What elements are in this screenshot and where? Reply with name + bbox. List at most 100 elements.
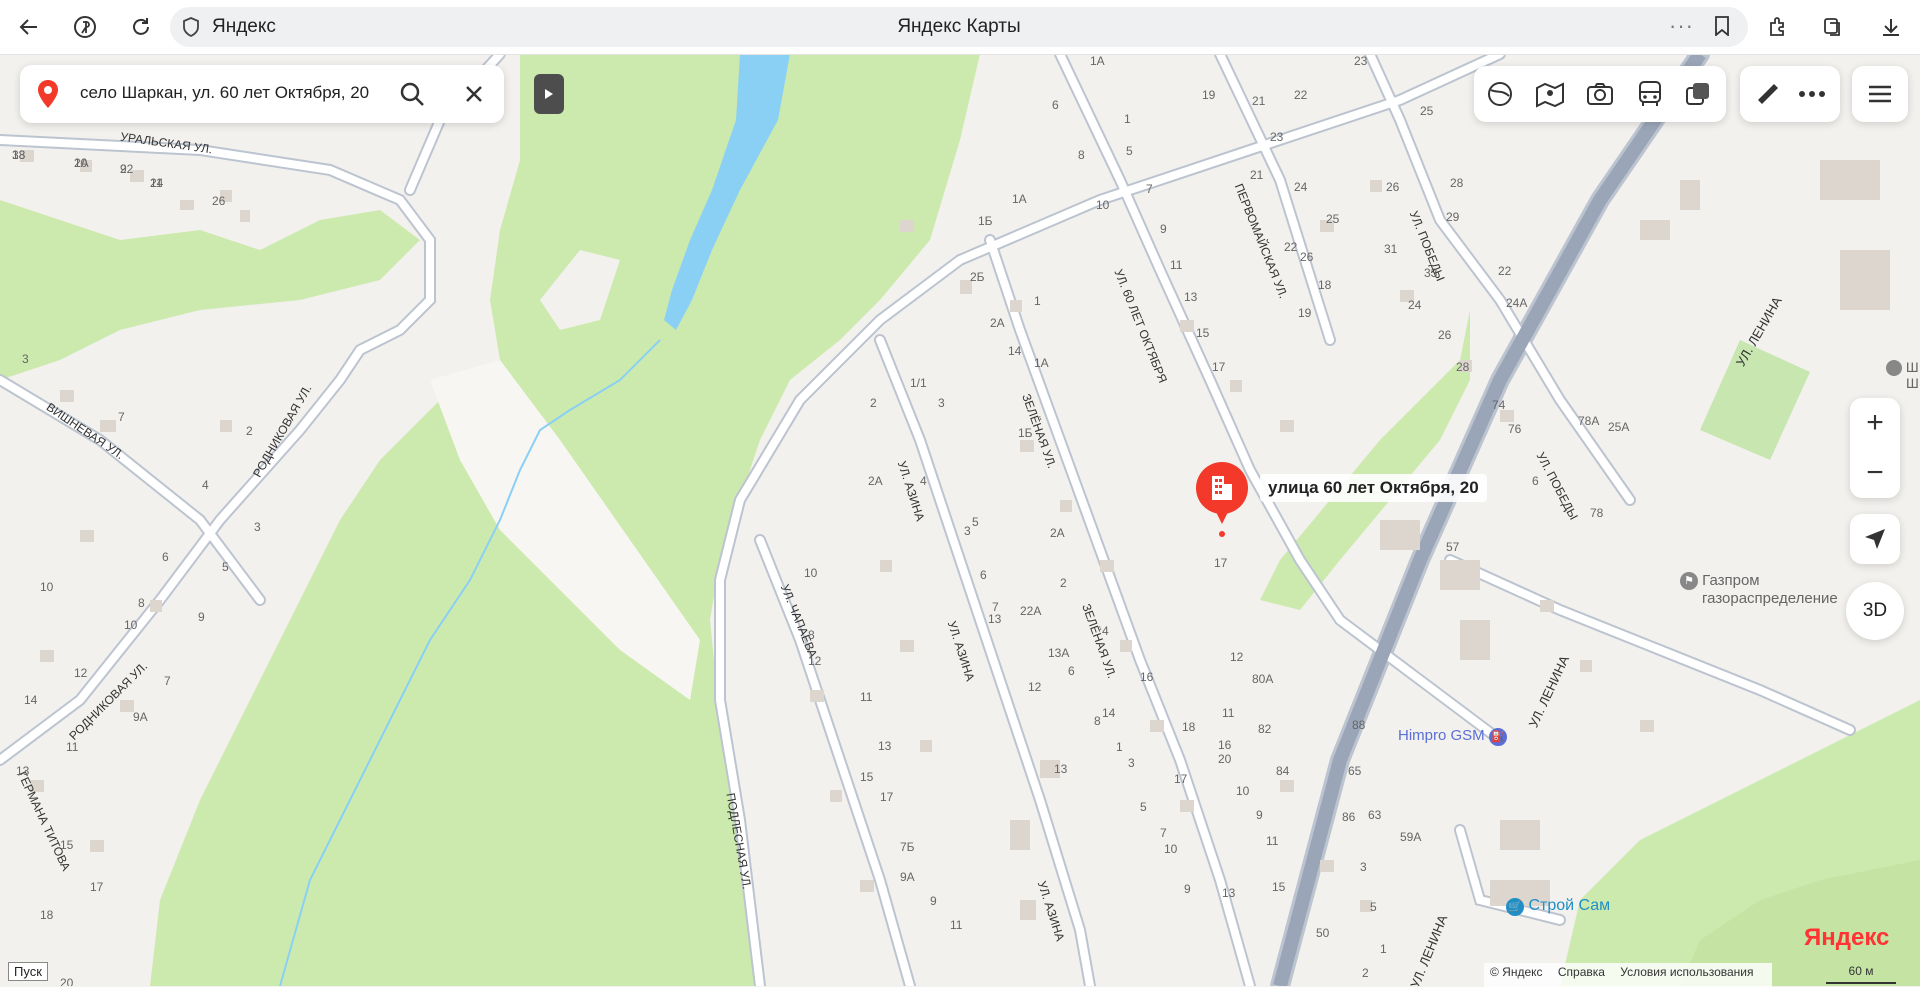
more-dots-icon[interactable]: ··· (1669, 13, 1694, 39)
house-number: 26 (212, 194, 226, 208)
ruler-icon[interactable] (1752, 78, 1784, 110)
location-marker[interactable] (1194, 460, 1250, 543)
house-number: 18 (40, 908, 54, 922)
house-number: 50 (1316, 926, 1330, 940)
yandex-browser-icon[interactable] (68, 10, 102, 44)
house-number: 13 (878, 739, 892, 753)
house-number: 78 (1590, 506, 1604, 520)
house-number: 17 (90, 880, 104, 894)
house-number: 9 (1160, 222, 1167, 236)
house-number: 23 (1270, 130, 1284, 144)
house-number: 22 (1294, 88, 1308, 102)
house-number: 2А (990, 316, 1005, 330)
bus-icon[interactable] (1634, 78, 1666, 110)
bookmark-icon[interactable] (1714, 16, 1730, 41)
house-number: 6 (1068, 664, 1075, 678)
help-link[interactable]: Справка (1558, 965, 1605, 979)
poi-himpro-gsm[interactable]: Himpro GSM ⛽ (1398, 727, 1507, 746)
map-scale: 60 м (1826, 964, 1896, 984)
address-bar[interactable]: Яндекс Яндекс Карты ··· (170, 7, 1748, 47)
fuel-icon: ⛽ (1488, 728, 1507, 746)
poi-school[interactable]: Ш Ш (1886, 360, 1919, 390)
house-number: 26 (1438, 328, 1452, 342)
gas-station-icon: ⚑ (1680, 572, 1698, 591)
map-layer-icon[interactable] (1484, 78, 1516, 110)
shop-icon: 🛒 (1506, 898, 1524, 916)
house-number: 5 (1126, 144, 1133, 158)
house-number: 10 (1164, 842, 1178, 856)
house-number: 6 (1532, 474, 1539, 488)
zoom-out-button[interactable]: − (1850, 448, 1900, 498)
3d-toggle-button[interactable]: 3D (1846, 582, 1904, 640)
house-number: 13 (1184, 290, 1198, 304)
map-canvas[interactable]: УРАЛЬСКАЯ УЛ. ВИШНЕВАЯ УЛ. РОДНИКОВАЯ УЛ… (0, 54, 1920, 986)
start-button[interactable]: Пуск (8, 962, 48, 981)
search-input[interactable]: село Шаркан, ул. 60 лет Октября, 20 (80, 83, 369, 103)
house-number: 13 (988, 612, 1002, 626)
poi-name: Строй Сам (1528, 897, 1611, 914)
map-graphics (0, 54, 1920, 986)
house-number: 7 (118, 410, 125, 424)
house-number: 10 (124, 618, 138, 632)
map-layers-toolbar (1474, 66, 1726, 122)
house-number: 10 (1096, 198, 1110, 212)
poi-gazprom[interactable]: ⚑ Газпром газораспределение (1680, 572, 1838, 607)
house-number: 9 (120, 162, 127, 176)
house-number: 1А (1012, 192, 1027, 206)
house-number: 76 (1508, 422, 1522, 436)
copyright-link[interactable]: © Яндекс (1490, 965, 1543, 979)
poi-name: Ш (1905, 359, 1919, 375)
download-icon[interactable] (1874, 10, 1908, 44)
poi-stroy-sam[interactable]: 🛒 Строй Сам (1506, 897, 1610, 916)
house-number: 4 (202, 478, 209, 492)
panorama-icon[interactable] (1534, 78, 1566, 110)
house-number: 3 (964, 524, 971, 538)
browser-toolbar: Яндекс Яндекс Карты ··· (0, 0, 1920, 55)
house-number: 2Б (970, 270, 985, 284)
traffic-layers-icon[interactable] (1682, 78, 1714, 110)
house-number: 11 (1266, 834, 1279, 848)
house-number: 7 (1146, 182, 1153, 196)
house-number: 33 (1424, 266, 1438, 280)
more-options-icon[interactable] (1796, 78, 1828, 110)
house-number: 12 (74, 666, 88, 680)
house-number: 6 (1052, 98, 1059, 112)
extensions-icon[interactable] (1762, 10, 1796, 44)
house-number: 6 (980, 568, 987, 582)
search-icon[interactable] (398, 80, 428, 110)
house-number: 19 (1202, 88, 1216, 102)
house-number: 3 (1128, 756, 1135, 770)
reload-icon[interactable] (124, 10, 158, 44)
house-number: 78А (1578, 414, 1600, 428)
house-number: 74 (1492, 398, 1506, 412)
house-number: 11 (150, 176, 163, 190)
yandex-logo: Яндекс (1804, 924, 1890, 951)
house-number: 14 (1102, 706, 1116, 720)
house-number: 15 (860, 770, 874, 784)
house-number: 7 (1160, 826, 1167, 840)
house-number: 3 (22, 352, 29, 366)
my-location-button[interactable] (1850, 514, 1900, 564)
house-number: 1/1 (910, 376, 927, 390)
house-number: 22А (1020, 604, 1042, 618)
house-number: 17 (880, 790, 894, 804)
terms-link[interactable]: Условия использования (1620, 965, 1753, 979)
camera-icon[interactable] (1584, 78, 1616, 110)
menu-button[interactable] (1852, 66, 1908, 122)
house-number: 2 (246, 424, 253, 438)
zoom-in-button[interactable]: + (1850, 398, 1900, 448)
house-number: 9 (198, 610, 205, 624)
house-number: 1А (1090, 54, 1105, 68)
house-number: 2 (1362, 966, 1369, 980)
house-number: 12 (1230, 650, 1244, 664)
house-number: 1 (1116, 740, 1123, 754)
poi-name: Himpro GSM (1398, 727, 1485, 744)
collapse-panel-button[interactable] (534, 74, 564, 114)
close-icon[interactable] (460, 80, 490, 110)
collections-icon[interactable] (1816, 10, 1850, 44)
house-number: 5 (1370, 900, 1377, 914)
back-arrow-icon[interactable] (12, 10, 46, 44)
house-number: 17 (1174, 772, 1188, 786)
house-number: 12 (808, 654, 822, 668)
house-number: 28 (1450, 176, 1464, 190)
